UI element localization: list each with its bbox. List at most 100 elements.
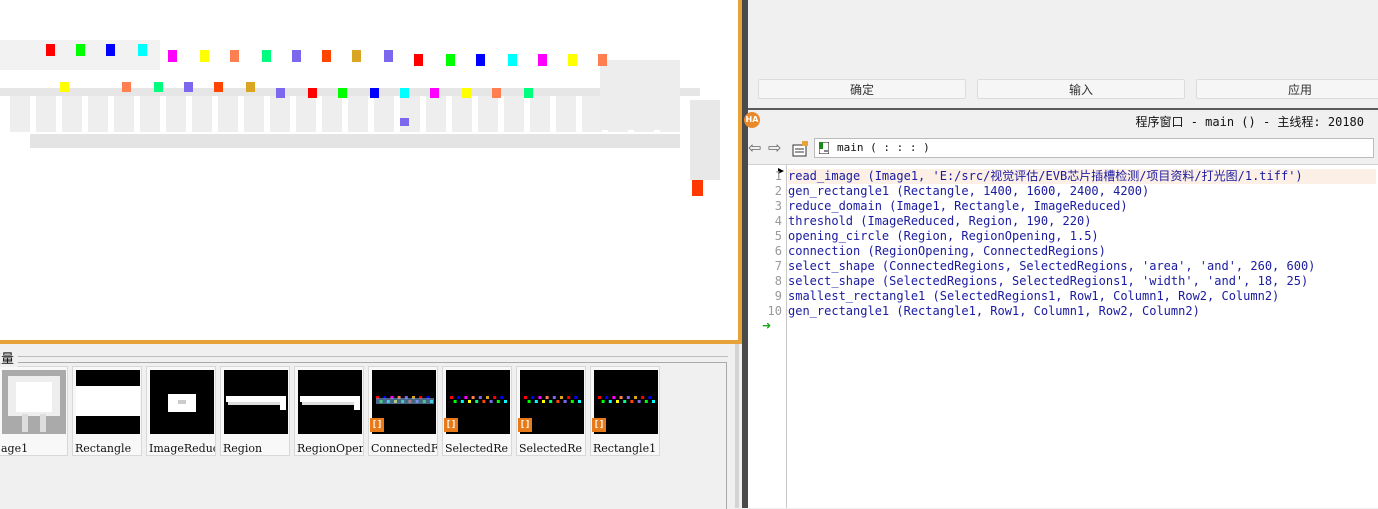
image-slot: [478, 96, 498, 132]
line-number: 10: [767, 304, 782, 318]
image-slot: [88, 96, 108, 132]
variable-item[interactable]: RegionOper: [294, 366, 364, 456]
input-button[interactable]: 输入: [977, 79, 1185, 99]
region-marker: [138, 44, 147, 56]
variable-thumbnail: [224, 370, 288, 434]
tuple-badge-icon: []: [592, 418, 606, 432]
region-marker: [430, 88, 439, 98]
line-number: 3: [774, 199, 782, 213]
variable-item[interactable]: [] ConnectedF: [368, 366, 438, 456]
region-marker: [168, 50, 177, 62]
region-marker: [122, 82, 131, 92]
apply-button[interactable]: 应用: [1196, 79, 1378, 99]
variable-item[interactable]: age1: [0, 366, 68, 456]
variable-thumbnail: [2, 370, 66, 434]
procedure-selector[interactable]: main ( : : : ): [814, 138, 1374, 158]
variable-list[interactable]: age1 Rectangle ImageReduc Region RegionOper […: [0, 362, 727, 509]
ok-button[interactable]: 确定: [758, 79, 966, 99]
image-slot: [244, 96, 264, 132]
back-arrow-icon[interactable]: ⇦: [748, 140, 766, 156]
line-number: 5: [774, 229, 782, 243]
variable-label: RegionOper: [297, 442, 363, 455]
line-number: 1: [774, 169, 782, 183]
image-slot: [374, 96, 394, 132]
variable-item[interactable]: [] Rectangle1: [590, 366, 660, 456]
image-slot: [192, 96, 212, 132]
code-editor[interactable]: read_image (Image1, 'E:/src/视觉评估/EVB芯片插槽…: [787, 165, 1378, 508]
variable-window: 变量 age1 Rectangle ImageReduc Region RegionOp…: [0, 344, 735, 509]
image-slot: [36, 96, 56, 132]
code-line[interactable]: reduce_domain (Image1, Rectangle, ImageR…: [788, 199, 1376, 214]
variable-label: SelectedRe: [445, 442, 508, 455]
code-line[interactable]: threshold (ImageReduced, Region, 190, 22…: [788, 214, 1376, 229]
code-line[interactable]: opening_circle (Region, RegionOpening, 1…: [788, 229, 1376, 244]
region-marker: [352, 50, 361, 62]
program-toolbar: ⇦ ⇨ main ( : : : ): [748, 132, 1378, 165]
graphics-window[interactable]: [0, 0, 742, 344]
variable-item[interactable]: [] SelectedRe: [442, 366, 512, 456]
region-marker: [184, 82, 193, 92]
line-number: 7: [774, 259, 782, 273]
image-slot: [140, 96, 160, 132]
code-line[interactable]: smallest_rectangle1 (SelectedRegions1, R…: [788, 289, 1376, 304]
region-marker: [538, 54, 547, 66]
image-slot: [530, 96, 550, 132]
variable-label: Region: [223, 442, 263, 455]
code-line[interactable]: select_shape (ConnectedRegions, Selected…: [788, 259, 1376, 274]
line-number: 8: [774, 274, 782, 288]
image-area: [600, 60, 680, 130]
forward-arrow-icon[interactable]: ⇨: [768, 140, 786, 156]
line-number-gutter[interactable]: 1 2 3 4 5 6 7 8 9 10 ➜: [748, 165, 787, 508]
region-marker: [492, 88, 501, 98]
program-window-title: 程序窗口 - main () - 主线程: 20180: [1135, 115, 1365, 129]
variable-item[interactable]: Rectangle: [72, 366, 142, 456]
variable-label: ConnectedF: [371, 442, 437, 455]
line-number: 9: [774, 289, 782, 303]
region-marker: [322, 50, 331, 62]
variable-thumbnail: [298, 370, 362, 434]
variable-item[interactable]: ImageReduc: [146, 366, 216, 456]
region-marker: [446, 54, 455, 66]
variable-window-title: 变量: [0, 348, 19, 367]
region-marker: [60, 82, 69, 92]
image-slot: [452, 96, 472, 132]
image-slot: [348, 96, 368, 132]
variable-label: age1: [1, 442, 29, 455]
region-marker: [292, 50, 301, 62]
region-marker: [414, 54, 423, 66]
region-marker: [230, 50, 239, 62]
region-marker: [692, 180, 703, 196]
tuple-badge-icon: []: [444, 418, 458, 432]
procedure-edit-icon[interactable]: [792, 141, 810, 157]
code-line[interactable]: gen_rectangle1 (Rectangle, 1400, 1600, 2…: [788, 184, 1376, 199]
region-marker: [598, 54, 607, 66]
code-line[interactable]: read_image (Image1, 'E:/src/视觉评估/EVB芯片插槽…: [788, 169, 1376, 184]
region-marker: [462, 88, 471, 98]
code-line[interactable]: select_shape (SelectedRegions, SelectedR…: [788, 274, 1376, 289]
image-slot: [62, 96, 82, 132]
variable-item[interactable]: [] SelectedRe: [516, 366, 586, 456]
image-band: [30, 134, 680, 148]
image-slot: [218, 96, 238, 132]
region-marker: [262, 50, 271, 62]
region-marker: [200, 50, 209, 62]
region-marker: [214, 82, 223, 92]
code-line[interactable]: connection (RegionOpening, ConnectedRegi…: [788, 244, 1376, 259]
variable-thumbnail: [76, 370, 140, 434]
image-slot: [426, 96, 446, 132]
code-line[interactable]: gen_rectangle1 (Rectangle1, Row1, Column…: [788, 304, 1376, 319]
region-marker: [308, 88, 317, 98]
tuple-badge-icon: []: [518, 418, 532, 432]
region-marker: [46, 44, 55, 56]
image-slot: [322, 96, 342, 132]
region-marker: [106, 44, 115, 56]
variable-label: Rectangle: [75, 442, 132, 455]
region-marker: [246, 82, 255, 92]
variable-splitter[interactable]: [735, 344, 739, 508]
variable-item[interactable]: Region: [220, 366, 290, 456]
image-side-part: [690, 100, 720, 180]
region-marker: [568, 54, 577, 66]
graphics-canvas[interactable]: [0, 0, 738, 340]
region-marker: [400, 118, 409, 126]
region-marker: [338, 88, 347, 98]
